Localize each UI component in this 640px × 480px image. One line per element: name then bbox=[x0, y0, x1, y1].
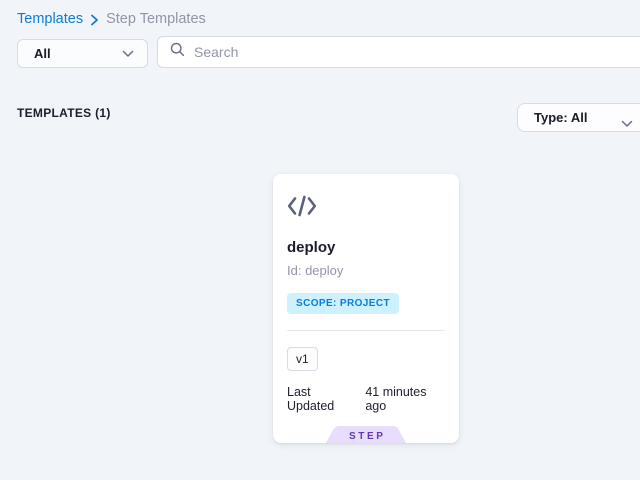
templates-count-label: TEMPLATES (1) bbox=[17, 106, 111, 120]
breadcrumb-current: Step Templates bbox=[106, 11, 206, 27]
chevron-down-icon bbox=[621, 115, 633, 133]
chevron-down-icon bbox=[122, 45, 134, 63]
last-updated-row: Last Updated 41 minutes ago bbox=[287, 385, 445, 413]
template-type-badge-label: STEP bbox=[326, 426, 406, 443]
card-divider bbox=[287, 330, 445, 331]
version-chip: v1 bbox=[287, 347, 318, 371]
last-updated-label: Last Updated bbox=[287, 385, 356, 413]
scope-filter-value: All bbox=[34, 46, 51, 61]
last-updated-value: 41 minutes ago bbox=[365, 385, 445, 413]
template-card-deploy[interactable]: deploy Id: deploy SCOPE: PROJECT v1 Last… bbox=[273, 174, 459, 443]
search-input[interactable] bbox=[194, 44, 637, 60]
search-box bbox=[157, 36, 640, 68]
template-title: deploy bbox=[287, 239, 445, 256]
chevron-right-icon bbox=[90, 14, 99, 26]
search-icon bbox=[170, 42, 185, 62]
scope-filter-dropdown[interactable]: All bbox=[17, 39, 148, 68]
breadcrumb-link-templates[interactable]: Templates bbox=[17, 11, 83, 27]
scope-badge: SCOPE: PROJECT bbox=[287, 293, 399, 314]
breadcrumb: Templates Step Templates bbox=[17, 11, 206, 27]
template-type-badge: STEP bbox=[326, 426, 406, 443]
type-filter-value: Type: All bbox=[534, 110, 587, 125]
type-filter-dropdown[interactable]: Type: All bbox=[517, 103, 640, 132]
template-id: Id: deploy bbox=[287, 263, 445, 278]
code-icon bbox=[287, 195, 445, 222]
